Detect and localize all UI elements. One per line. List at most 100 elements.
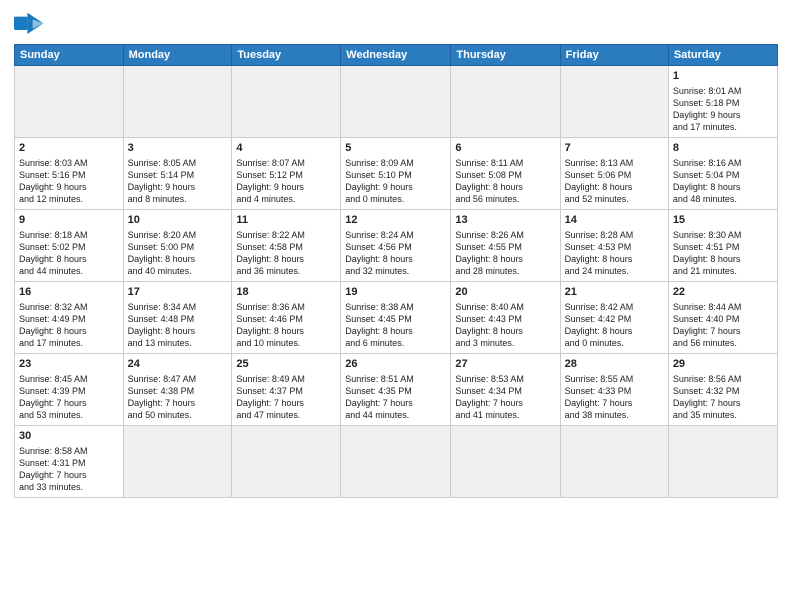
calendar-cell: 10Sunrise: 8:20 AM Sunset: 5:00 PM Dayli… (123, 210, 232, 282)
weekday-saturday: Saturday (668, 45, 777, 66)
day-number: 7 (565, 141, 664, 156)
calendar-cell: 30Sunrise: 8:58 AM Sunset: 4:31 PM Dayli… (15, 426, 124, 498)
calendar-cell: 20Sunrise: 8:40 AM Sunset: 4:43 PM Dayli… (451, 282, 560, 354)
day-info: Sunrise: 8:32 AM Sunset: 4:49 PM Dayligh… (19, 301, 119, 350)
calendar-cell: 8Sunrise: 8:16 AM Sunset: 5:04 PM Daylig… (668, 138, 777, 210)
day-info: Sunrise: 8:09 AM Sunset: 5:10 PM Dayligh… (345, 157, 446, 206)
calendar-cell: 1Sunrise: 8:01 AM Sunset: 5:18 PM Daylig… (668, 66, 777, 138)
day-number: 13 (455, 213, 555, 228)
day-info: Sunrise: 8:24 AM Sunset: 4:56 PM Dayligh… (345, 229, 446, 278)
calendar-cell: 29Sunrise: 8:56 AM Sunset: 4:32 PM Dayli… (668, 354, 777, 426)
calendar-cell: 28Sunrise: 8:55 AM Sunset: 4:33 PM Dayli… (560, 354, 668, 426)
calendar-cell (123, 426, 232, 498)
day-info: Sunrise: 8:36 AM Sunset: 4:46 PM Dayligh… (236, 301, 336, 350)
day-number: 1 (673, 69, 773, 84)
calendar-cell (560, 426, 668, 498)
calendar-cell: 15Sunrise: 8:30 AM Sunset: 4:51 PM Dayli… (668, 210, 777, 282)
day-info: Sunrise: 8:38 AM Sunset: 4:45 PM Dayligh… (345, 301, 446, 350)
day-number: 21 (565, 285, 664, 300)
calendar-cell: 26Sunrise: 8:51 AM Sunset: 4:35 PM Dayli… (341, 354, 451, 426)
day-number: 28 (565, 357, 664, 372)
day-info: Sunrise: 8:45 AM Sunset: 4:39 PM Dayligh… (19, 373, 119, 422)
logo-icon (14, 10, 46, 38)
week-row-6: 30Sunrise: 8:58 AM Sunset: 4:31 PM Dayli… (15, 426, 778, 498)
day-number: 9 (19, 213, 119, 228)
week-row-5: 23Sunrise: 8:45 AM Sunset: 4:39 PM Dayli… (15, 354, 778, 426)
day-info: Sunrise: 8:40 AM Sunset: 4:43 PM Dayligh… (455, 301, 555, 350)
calendar-cell: 19Sunrise: 8:38 AM Sunset: 4:45 PM Dayli… (341, 282, 451, 354)
calendar-cell: 22Sunrise: 8:44 AM Sunset: 4:40 PM Dayli… (668, 282, 777, 354)
calendar-cell (341, 426, 451, 498)
calendar-cell: 24Sunrise: 8:47 AM Sunset: 4:38 PM Dayli… (123, 354, 232, 426)
day-number: 8 (673, 141, 773, 156)
day-info: Sunrise: 8:28 AM Sunset: 4:53 PM Dayligh… (565, 229, 664, 278)
calendar-cell: 11Sunrise: 8:22 AM Sunset: 4:58 PM Dayli… (232, 210, 341, 282)
day-info: Sunrise: 8:34 AM Sunset: 4:48 PM Dayligh… (128, 301, 228, 350)
calendar-cell (451, 426, 560, 498)
weekday-tuesday: Tuesday (232, 45, 341, 66)
day-info: Sunrise: 8:55 AM Sunset: 4:33 PM Dayligh… (565, 373, 664, 422)
calendar-cell: 27Sunrise: 8:53 AM Sunset: 4:34 PM Dayli… (451, 354, 560, 426)
day-info: Sunrise: 8:47 AM Sunset: 4:38 PM Dayligh… (128, 373, 228, 422)
day-info: Sunrise: 8:20 AM Sunset: 5:00 PM Dayligh… (128, 229, 228, 278)
header (14, 10, 778, 38)
calendar-cell (668, 426, 777, 498)
calendar-cell (341, 66, 451, 138)
day-number: 18 (236, 285, 336, 300)
calendar-cell: 16Sunrise: 8:32 AM Sunset: 4:49 PM Dayli… (15, 282, 124, 354)
day-number: 24 (128, 357, 228, 372)
calendar-cell: 25Sunrise: 8:49 AM Sunset: 4:37 PM Dayli… (232, 354, 341, 426)
calendar-cell: 12Sunrise: 8:24 AM Sunset: 4:56 PM Dayli… (341, 210, 451, 282)
day-info: Sunrise: 8:51 AM Sunset: 4:35 PM Dayligh… (345, 373, 446, 422)
calendar-cell: 2Sunrise: 8:03 AM Sunset: 5:16 PM Daylig… (15, 138, 124, 210)
calendar-body: 1Sunrise: 8:01 AM Sunset: 5:18 PM Daylig… (15, 66, 778, 498)
calendar-cell: 7Sunrise: 8:13 AM Sunset: 5:06 PM Daylig… (560, 138, 668, 210)
day-number: 2 (19, 141, 119, 156)
page: SundayMondayTuesdayWednesdayThursdayFrid… (0, 0, 792, 612)
day-info: Sunrise: 8:30 AM Sunset: 4:51 PM Dayligh… (673, 229, 773, 278)
calendar: SundayMondayTuesdayWednesdayThursdayFrid… (14, 44, 778, 498)
calendar-cell: 5Sunrise: 8:09 AM Sunset: 5:10 PM Daylig… (341, 138, 451, 210)
day-number: 16 (19, 285, 119, 300)
calendar-cell: 23Sunrise: 8:45 AM Sunset: 4:39 PM Dayli… (15, 354, 124, 426)
weekday-friday: Friday (560, 45, 668, 66)
day-info: Sunrise: 8:05 AM Sunset: 5:14 PM Dayligh… (128, 157, 228, 206)
calendar-cell: 13Sunrise: 8:26 AM Sunset: 4:55 PM Dayli… (451, 210, 560, 282)
week-row-4: 16Sunrise: 8:32 AM Sunset: 4:49 PM Dayli… (15, 282, 778, 354)
logo (14, 10, 48, 38)
day-info: Sunrise: 8:07 AM Sunset: 5:12 PM Dayligh… (236, 157, 336, 206)
day-info: Sunrise: 8:01 AM Sunset: 5:18 PM Dayligh… (673, 85, 773, 134)
day-number: 5 (345, 141, 446, 156)
day-number: 14 (565, 213, 664, 228)
day-info: Sunrise: 8:49 AM Sunset: 4:37 PM Dayligh… (236, 373, 336, 422)
week-row-1: 1Sunrise: 8:01 AM Sunset: 5:18 PM Daylig… (15, 66, 778, 138)
weekday-wednesday: Wednesday (341, 45, 451, 66)
day-info: Sunrise: 8:44 AM Sunset: 4:40 PM Dayligh… (673, 301, 773, 350)
calendar-cell (560, 66, 668, 138)
day-info: Sunrise: 8:22 AM Sunset: 4:58 PM Dayligh… (236, 229, 336, 278)
day-number: 3 (128, 141, 228, 156)
day-info: Sunrise: 8:26 AM Sunset: 4:55 PM Dayligh… (455, 229, 555, 278)
day-number: 20 (455, 285, 555, 300)
weekday-monday: Monday (123, 45, 232, 66)
day-info: Sunrise: 8:42 AM Sunset: 4:42 PM Dayligh… (565, 301, 664, 350)
day-number: 10 (128, 213, 228, 228)
calendar-cell: 18Sunrise: 8:36 AM Sunset: 4:46 PM Dayli… (232, 282, 341, 354)
calendar-header: SundayMondayTuesdayWednesdayThursdayFrid… (15, 45, 778, 66)
weekday-row: SundayMondayTuesdayWednesdayThursdayFrid… (15, 45, 778, 66)
calendar-cell: 9Sunrise: 8:18 AM Sunset: 5:02 PM Daylig… (15, 210, 124, 282)
calendar-cell (232, 426, 341, 498)
day-number: 17 (128, 285, 228, 300)
day-info: Sunrise: 8:03 AM Sunset: 5:16 PM Dayligh… (19, 157, 119, 206)
day-number: 23 (19, 357, 119, 372)
week-row-3: 9Sunrise: 8:18 AM Sunset: 5:02 PM Daylig… (15, 210, 778, 282)
day-number: 27 (455, 357, 555, 372)
day-info: Sunrise: 8:11 AM Sunset: 5:08 PM Dayligh… (455, 157, 555, 206)
day-number: 26 (345, 357, 446, 372)
day-number: 19 (345, 285, 446, 300)
day-info: Sunrise: 8:18 AM Sunset: 5:02 PM Dayligh… (19, 229, 119, 278)
weekday-thursday: Thursday (451, 45, 560, 66)
calendar-cell: 21Sunrise: 8:42 AM Sunset: 4:42 PM Dayli… (560, 282, 668, 354)
calendar-cell: 14Sunrise: 8:28 AM Sunset: 4:53 PM Dayli… (560, 210, 668, 282)
day-number: 30 (19, 429, 119, 444)
